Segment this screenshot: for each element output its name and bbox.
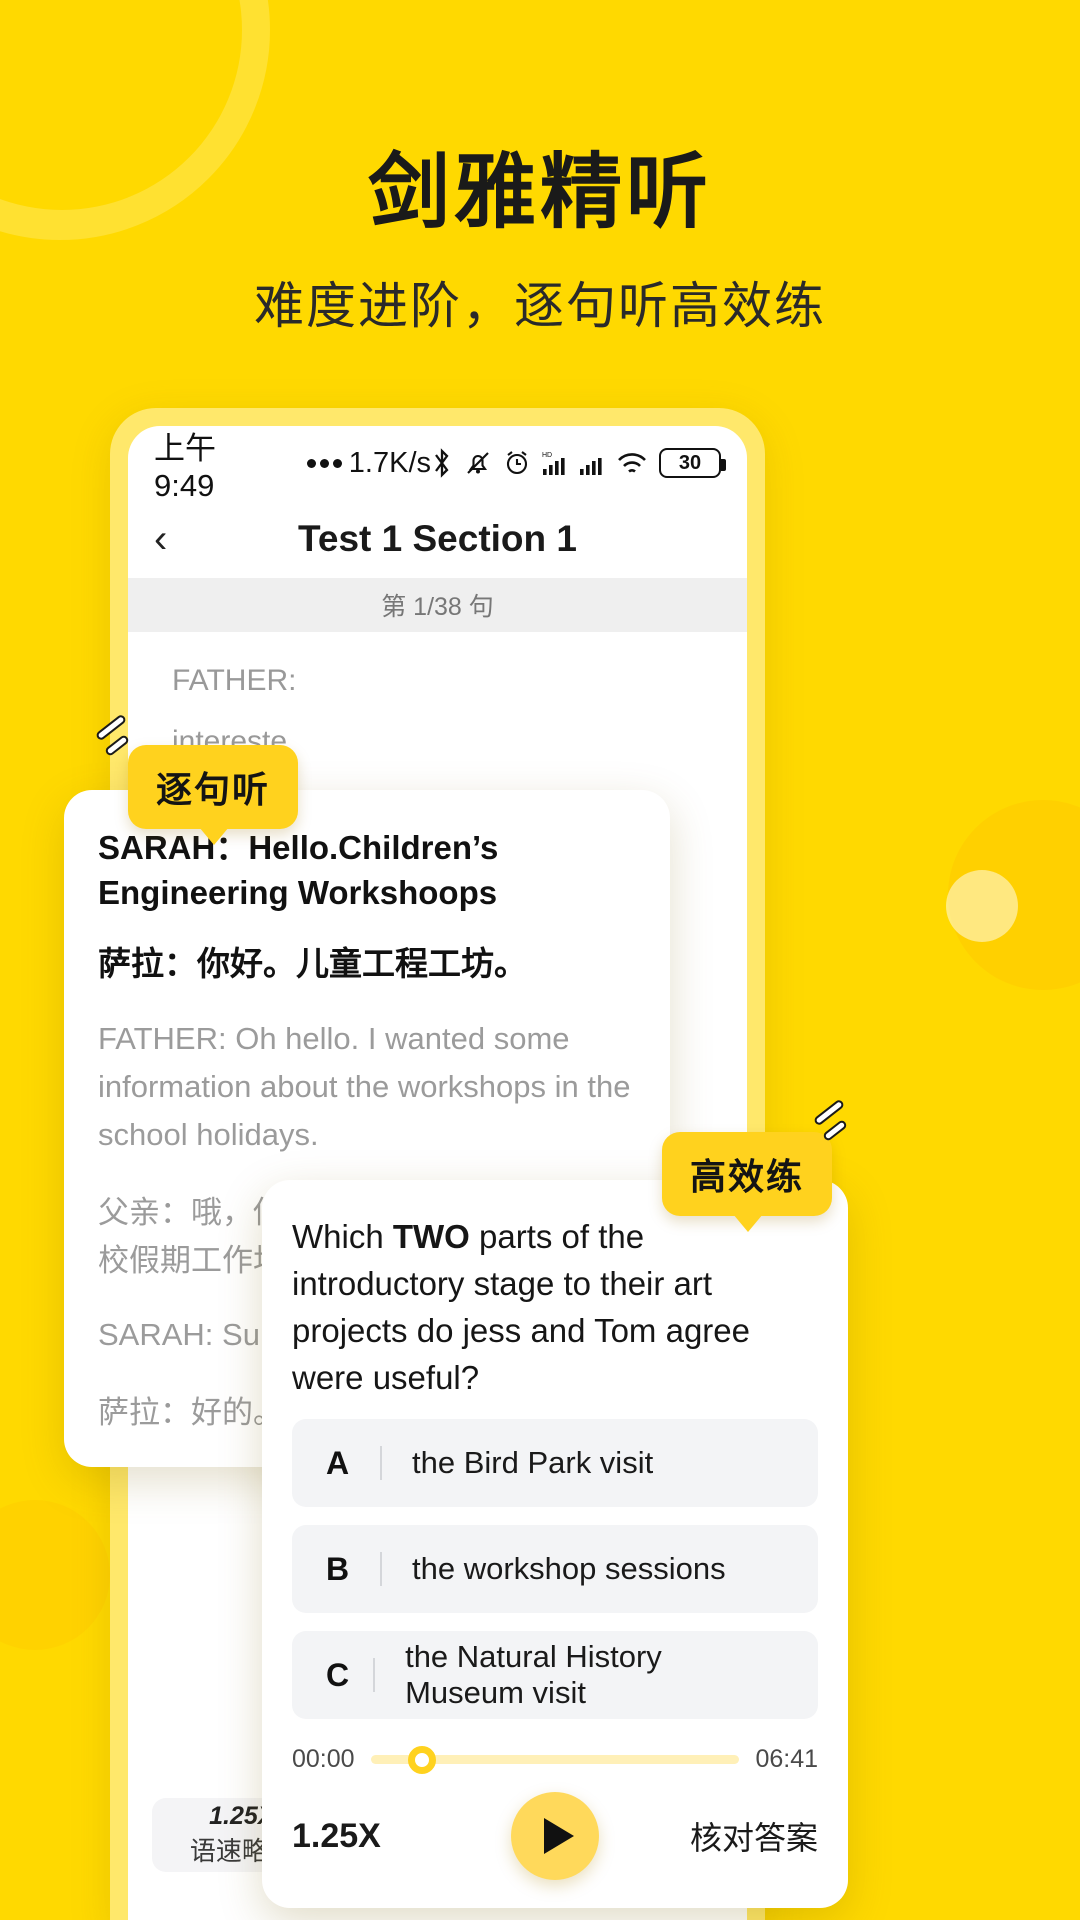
seek-row: 00:00 06:41	[292, 1745, 818, 1774]
transcript-zh-highlight: 萨拉：你好。儿童工程工坊。	[98, 945, 527, 983]
question-text: Which TWO parts of the introductory stag…	[292, 1214, 818, 1401]
hero-section: 剑雅精听 难度进阶，逐句听高效练	[0, 147, 1080, 338]
audio-player: 00:00 06:41 1.25X 核对答案	[292, 1745, 818, 1882]
sparkle-icon	[812, 1098, 868, 1144]
player-control-row: 1.25X 核对答案	[292, 1790, 818, 1882]
status-network: 1.7K/s	[306, 446, 431, 480]
progress-knob[interactable]	[408, 1745, 437, 1774]
battery-level: 30	[678, 451, 702, 474]
page-title: 剑雅精听	[367, 147, 712, 238]
alarm-clock-icon	[506, 451, 528, 475]
signal-icon	[580, 458, 602, 475]
nav-title: Test 1 Section 1	[298, 518, 577, 559]
question-prefix: Which	[292, 1218, 393, 1255]
option-divider	[373, 1658, 376, 1693]
badge-efficient-practice: 高效练	[661, 1098, 849, 1232]
option-b-text: the workshop sessions	[412, 1551, 726, 1587]
transcript-en-highlight: SARAH：Hello.Children’s Engineering Works…	[98, 829, 499, 911]
sparkle-icon	[94, 713, 150, 759]
option-c[interactable]: C the Natural History Museum visit	[292, 1631, 818, 1720]
option-a[interactable]: A the Bird Park visit	[292, 1419, 818, 1508]
badge-efficient-practice-label: 高效练	[689, 1156, 804, 1197]
option-divider	[380, 1446, 382, 1481]
playback-speed[interactable]: 1.25X	[292, 1817, 381, 1856]
page-subtitle: 难度进阶，逐句听高效练	[254, 278, 826, 335]
transcript-en-body: FATHER: Oh hello. I wanted some informat…	[98, 1021, 631, 1153]
battery-icon: 30	[659, 448, 726, 478]
status-time: 上午9:49	[154, 430, 216, 503]
status-icons: HD 30	[431, 448, 726, 478]
bell-muted-icon	[467, 452, 489, 474]
transcript-line: FATHER:	[172, 664, 297, 697]
status-net-speed: 1.7K/s	[348, 446, 431, 479]
check-answer-button[interactable]: 核对答案	[690, 1813, 818, 1859]
option-divider	[380, 1552, 382, 1587]
svg-text:HD: HD	[542, 452, 552, 459]
network-dots-icon	[306, 458, 342, 468]
question-keyword: TWO	[392, 1218, 470, 1255]
progress-slider[interactable]	[370, 1745, 740, 1774]
bg-circle-right-small	[946, 870, 1018, 942]
total-time: 06:41	[755, 1745, 818, 1774]
nav-bar: ‹ Test 1 Section 1	[128, 500, 747, 578]
signal-hd-icon: HD	[542, 452, 565, 475]
option-b[interactable]: B the workshop sessions	[292, 1525, 818, 1614]
play-icon	[544, 1818, 574, 1855]
bg-circle-left	[0, 1500, 110, 1650]
badge-sentence-listening: 逐句听	[94, 713, 299, 845]
option-a-text: the Bird Park visit	[412, 1445, 654, 1481]
badge-sentence-listening-label: 逐句听	[156, 769, 271, 810]
option-b-key: B	[326, 1550, 350, 1587]
current-time: 00:00	[292, 1745, 355, 1774]
sentence-counter: 第 1/38 句	[128, 578, 747, 632]
option-c-key: C	[326, 1656, 350, 1693]
chevron-left-icon[interactable]: ‹	[154, 519, 194, 559]
wifi-icon	[618, 453, 646, 473]
option-a-key: A	[326, 1444, 350, 1481]
question-card: Which TWO parts of the introductory stag…	[262, 1180, 848, 1909]
option-c-text: the Natural History Museum visit	[405, 1639, 662, 1711]
status-bar: 上午9:49 1.7K/s HD 30	[128, 426, 747, 503]
bluetooth-icon	[435, 448, 449, 478]
play-button[interactable]	[511, 1792, 599, 1881]
